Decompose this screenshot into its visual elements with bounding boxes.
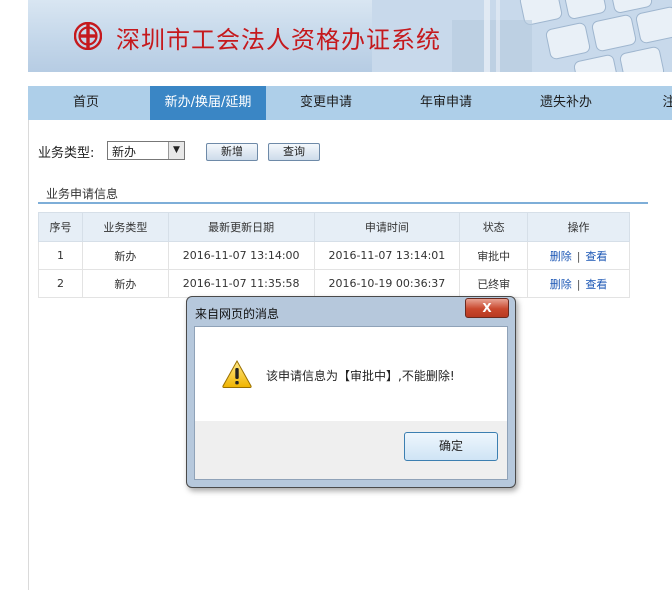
business-type-value: 新办	[112, 145, 137, 159]
section-divider	[38, 202, 648, 204]
col-header-status: 状态	[459, 212, 529, 242]
action-separator: |	[576, 277, 581, 291]
dialog-message: 该申请信息为【审批中】,不能删除!	[266, 369, 455, 383]
col-header-actions: 操作	[527, 212, 630, 242]
nav-item-change-application[interactable]: 变更申请	[266, 86, 386, 120]
cell-updated: 2016-11-07 13:14:00	[167, 241, 315, 270]
nav-item-more[interactable]: 注	[654, 86, 672, 120]
nav-item-annual-review[interactable]: 年审申请	[386, 86, 506, 120]
alert-dialog: 来自网页的消息 X 该申请信息为【审批中】,不能删除! 确定	[186, 296, 516, 488]
nav-item-home[interactable]: 首页	[28, 86, 144, 120]
applications-table: 序号 业务类型 最新更新日期 申请时间 状态 操作 1 新办 2016-11-0…	[38, 212, 630, 298]
cell-actions: 删除 | 查看	[527, 241, 630, 270]
chevron-down-icon[interactable]: ▼	[168, 142, 184, 159]
cell-applied: 2016-11-07 13:14:01	[313, 241, 461, 270]
main-nav: 首页 新办/换届/延期 变更申请 年审申请 遗失补办 注	[28, 86, 672, 120]
cell-actions: 删除 | 查看	[527, 269, 630, 298]
cell-no: 2	[38, 269, 83, 298]
business-type-select[interactable]: 新办 ▼	[107, 141, 185, 160]
cell-applied: 2016-10-19 00:36:37	[313, 269, 461, 298]
cell-updated: 2016-11-07 11:35:58	[167, 269, 315, 298]
col-header-type: 业务类型	[81, 212, 169, 242]
query-button[interactable]: 查询	[268, 143, 320, 161]
action-separator: |	[576, 249, 581, 263]
table-row: 1 新办 2016-11-07 13:14:00 2016-11-07 13:1…	[38, 241, 630, 270]
col-header-updated: 最新更新日期	[167, 212, 315, 242]
table-row: 2 新办 2016-11-07 11:35:58 2016-10-19 00:3…	[38, 269, 630, 298]
cell-status: 已终审	[459, 269, 529, 298]
table-header-row: 序号 业务类型 最新更新日期 申请时间 状态 操作	[38, 212, 630, 242]
view-link[interactable]: 查看	[585, 250, 607, 263]
delete-link[interactable]: 删除	[550, 250, 572, 263]
cell-type: 新办	[81, 269, 169, 298]
cell-status: 审批中	[459, 241, 529, 270]
nav-item-new-renew-extend[interactable]: 新办/换届/延期	[150, 86, 266, 120]
ok-button[interactable]: 确定	[404, 432, 498, 461]
header-banner: 深圳市工会法人资格办证系统	[28, 0, 672, 72]
dialog-title: 来自网页的消息	[195, 307, 280, 321]
business-type-label: 业务类型:	[38, 146, 95, 161]
cell-no: 1	[38, 241, 83, 270]
add-button[interactable]: 新增	[206, 143, 258, 161]
col-header-no: 序号	[38, 212, 83, 242]
col-header-applied: 申请时间	[313, 212, 461, 242]
site-title: 深圳市工会法人资格办证系统	[116, 26, 441, 54]
cell-type: 新办	[81, 241, 169, 270]
dialog-footer: 确定	[195, 421, 507, 479]
content-frame-border	[28, 120, 29, 590]
close-button[interactable]: X	[465, 298, 509, 318]
view-link[interactable]: 查看	[585, 278, 607, 291]
dialog-body: 该申请信息为【审批中】,不能删除! 确定	[194, 326, 508, 480]
section-title: 业务申请信息	[46, 187, 119, 201]
warning-icon	[222, 359, 252, 388]
union-logo-icon	[74, 22, 102, 50]
nav-item-lost-reissue[interactable]: 遗失补办	[506, 86, 626, 120]
delete-link[interactable]: 删除	[550, 278, 572, 291]
